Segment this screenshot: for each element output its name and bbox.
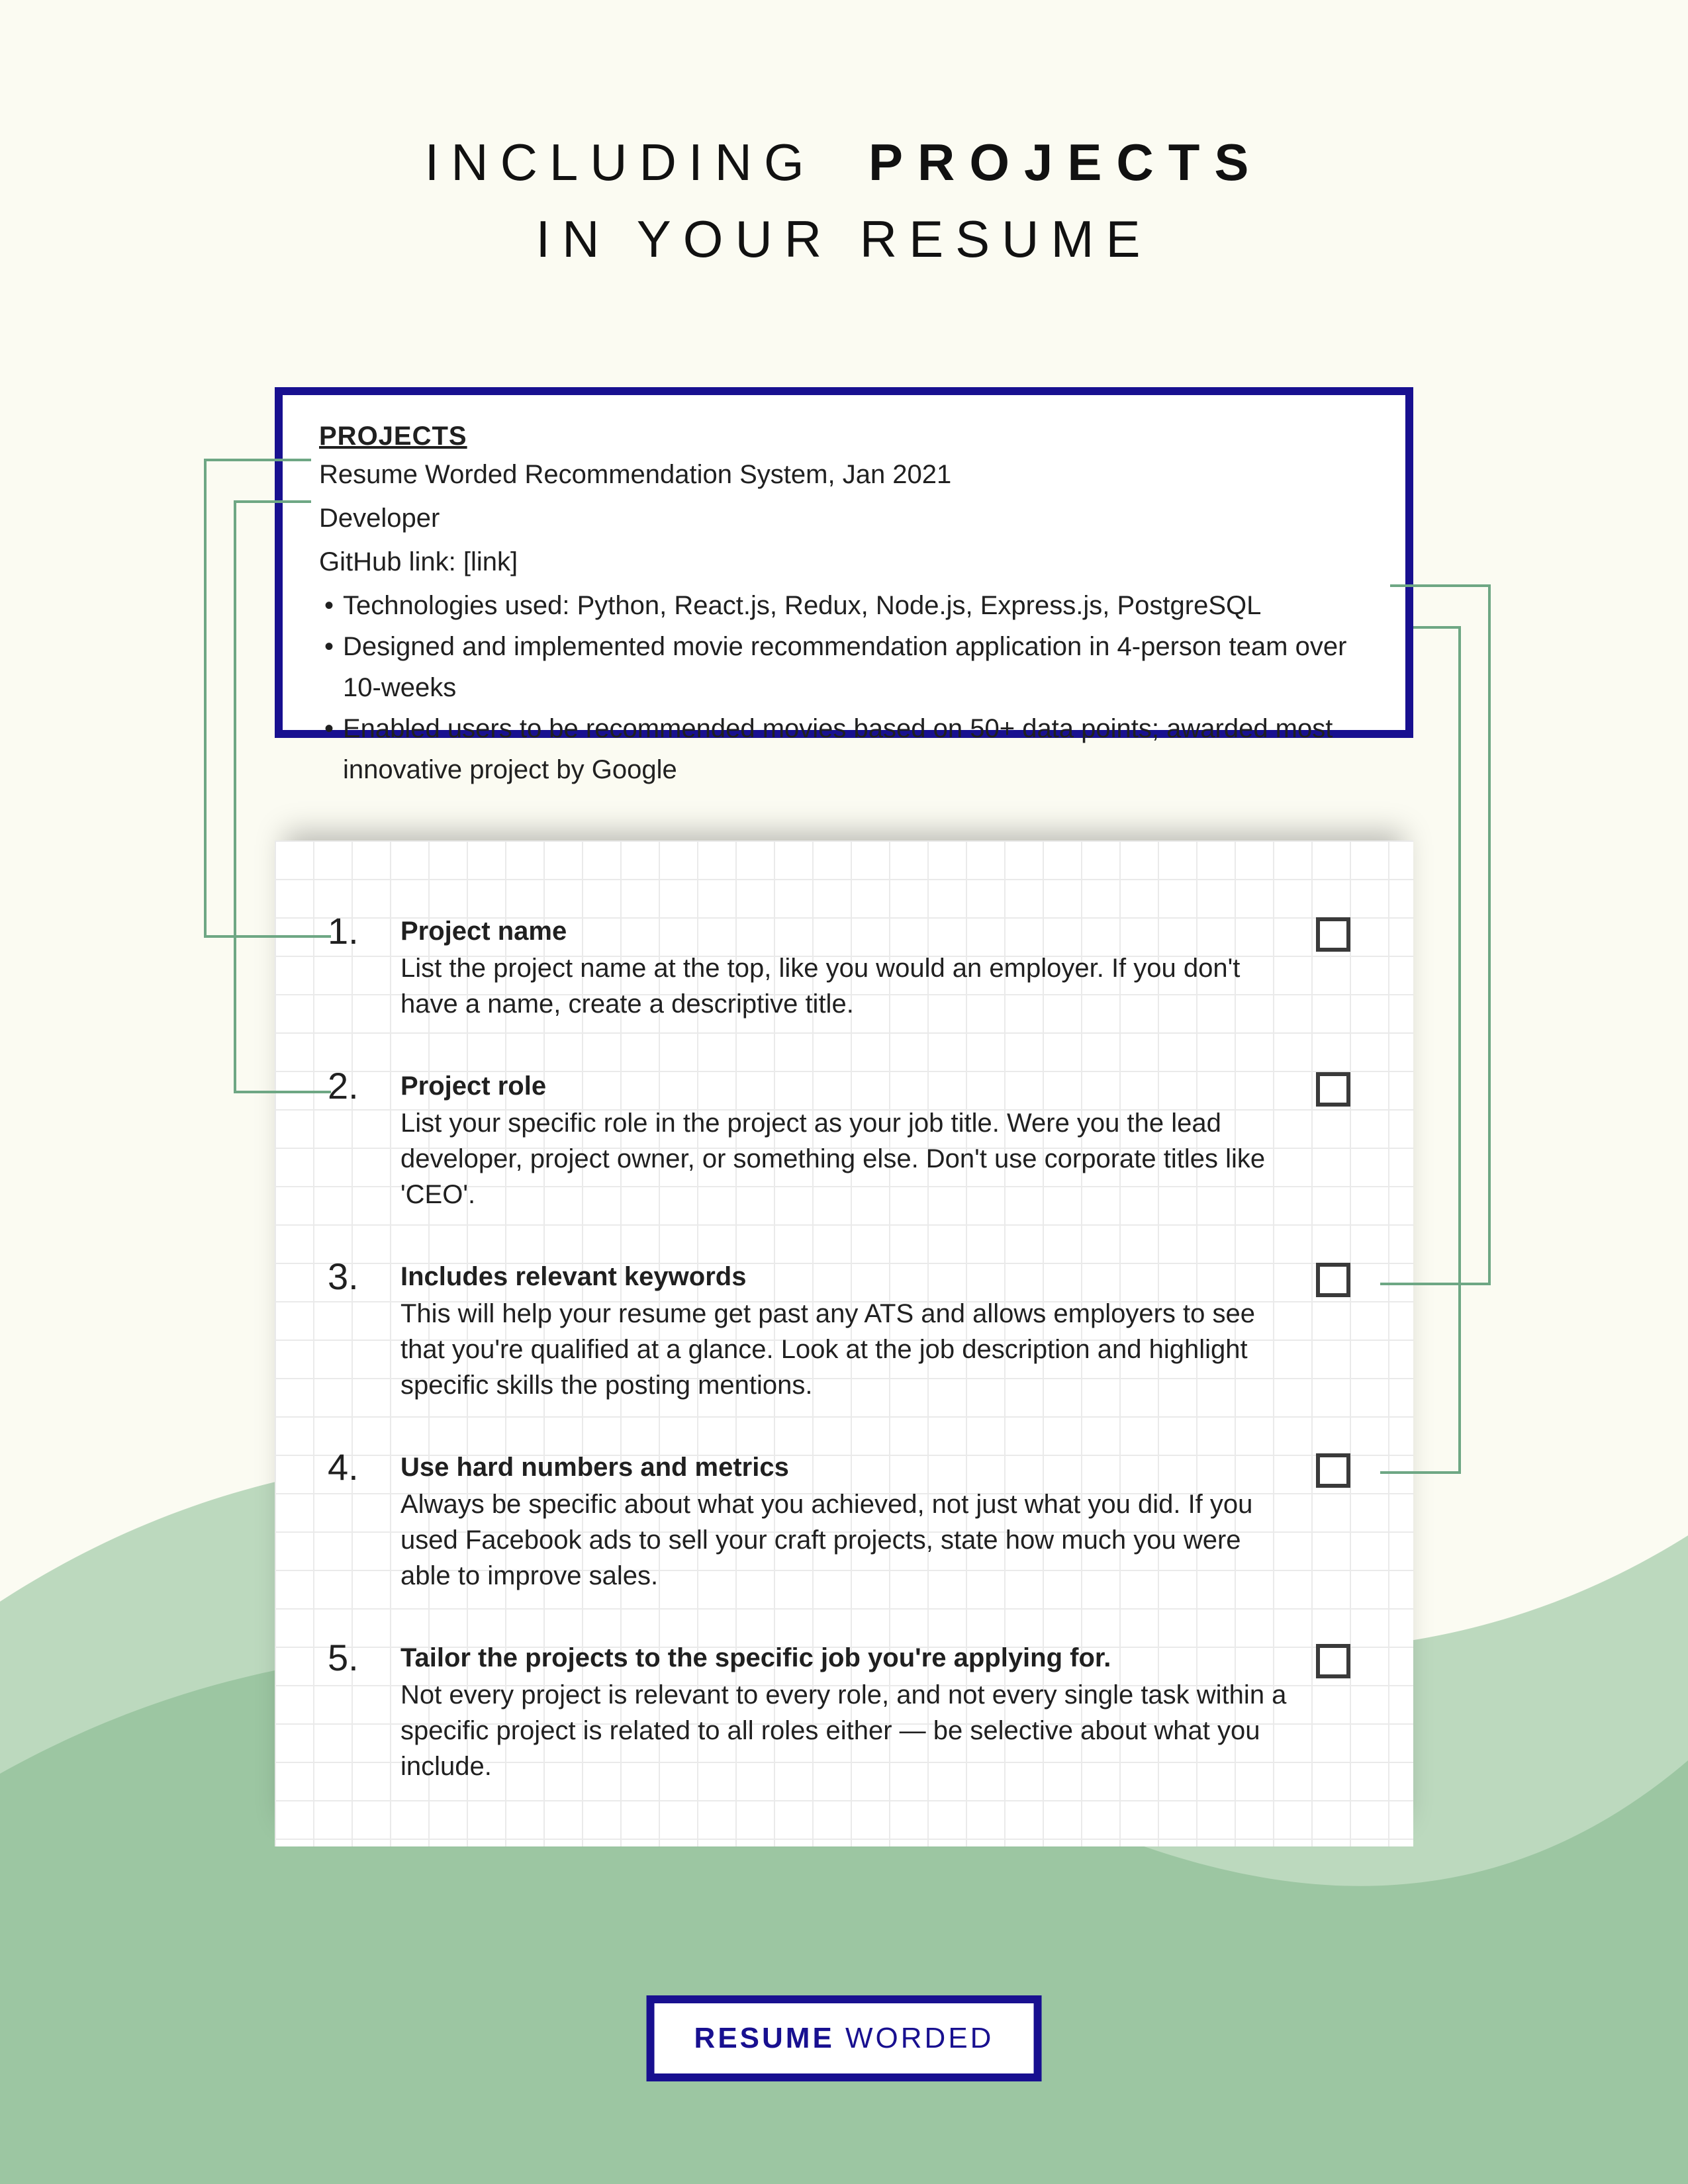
tip-title: Includes relevant keywords xyxy=(400,1259,1294,1295)
tip-desc: List your specific role in the project a… xyxy=(400,1105,1294,1212)
project-link-line: GitHub link: [link] xyxy=(319,541,1369,582)
tip-desc: This will help your resume get past any … xyxy=(400,1296,1294,1403)
project-role-line: Developer xyxy=(319,498,1369,539)
tip-3: 3. Includes relevant keywords This will … xyxy=(314,1259,1374,1403)
title-pre: INCLUDING xyxy=(425,133,816,191)
checkbox[interactable] xyxy=(1316,917,1350,952)
tip-4: 4. Use hard numbers and metrics Always b… xyxy=(314,1449,1374,1594)
logo-word-2: WORDED xyxy=(845,2022,994,2054)
tip-title: Use hard numbers and metrics xyxy=(400,1449,1294,1485)
checkbox[interactable] xyxy=(1316,1263,1350,1297)
tip-2: 2. Project role List your specific role … xyxy=(314,1068,1374,1212)
projects-header: PROJECTS xyxy=(319,422,1369,451)
title-line2: IN YOUR RESUME xyxy=(0,209,1688,269)
tip-title: Tailor the projects to the specific job … xyxy=(400,1640,1294,1676)
tip-5: 5. Tailor the projects to the specific j… xyxy=(314,1640,1374,1784)
project-bullet: Technologies used: Python, React.js, Red… xyxy=(324,585,1369,626)
checkbox[interactable] xyxy=(1316,1072,1350,1107)
checklist-card: 1. Project name List the project name at… xyxy=(275,841,1413,1846)
checkbox[interactable] xyxy=(1316,1453,1350,1488)
tip-desc: List the project name at the top, like y… xyxy=(400,950,1294,1022)
project-title-line: Resume Worded Recommendation System, Jan… xyxy=(319,454,1369,495)
checkbox[interactable] xyxy=(1316,1644,1350,1678)
project-example-box: PROJECTS Resume Worded Recommendation Sy… xyxy=(275,387,1413,738)
title-strong: PROJECTS xyxy=(868,133,1263,191)
tip-desc: Always be specific about what you achiev… xyxy=(400,1486,1294,1594)
tip-title: Project role xyxy=(400,1068,1294,1104)
tip-number: 4. xyxy=(328,1445,359,1488)
tip-number: 2. xyxy=(328,1064,359,1107)
tip-title: Project name xyxy=(400,913,1294,949)
tip-1: 1. Project name List the project name at… xyxy=(314,913,1374,1022)
project-bullet: Enabled users to be recommended movies b… xyxy=(324,708,1369,790)
tip-desc: Not every project is relevant to every r… xyxy=(400,1677,1294,1784)
project-bullet: Designed and implemented movie recommend… xyxy=(324,626,1369,708)
tip-number: 1. xyxy=(328,909,359,952)
tip-number: 5. xyxy=(328,1636,359,1679)
brand-logo: RESUME WORDED xyxy=(647,1995,1042,2081)
tip-number: 3. xyxy=(328,1255,359,1298)
logo-word-1: RESUME xyxy=(694,2022,835,2054)
page-title: INCLUDING PROJECTS IN YOUR RESUME xyxy=(0,132,1688,269)
